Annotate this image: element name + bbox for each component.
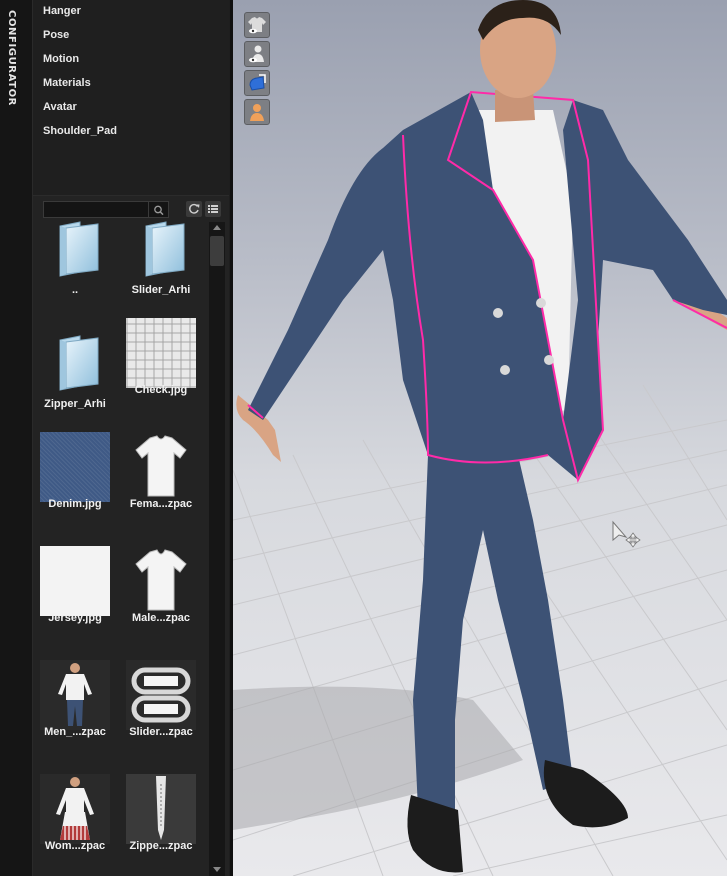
library-menu: Hanger Pose Motion Materials Avatar Shou…: [33, 0, 229, 196]
avatar-visibility-icon: [249, 45, 264, 63]
jersey-fabric-thumbnail: [40, 546, 110, 616]
menu-item-pose[interactable]: Pose: [43, 29, 69, 41]
tshirt-icon: [135, 549, 187, 611]
3d-viewport[interactable]: [230, 0, 727, 876]
jacket-button: [544, 355, 554, 365]
menu-item-motion[interactable]: Motion: [43, 53, 79, 65]
menu-item-hanger[interactable]: Hanger: [43, 5, 81, 17]
library-item[interactable]: Slider...zpac: [119, 660, 203, 772]
library-item[interactable]: Wom...zpac: [33, 774, 117, 876]
tshirt-icon: [135, 435, 187, 497]
library-item[interactable]: Check.jpg: [119, 318, 203, 430]
refresh-button[interactable]: [186, 201, 202, 217]
avatar-display-button[interactable]: [244, 99, 270, 125]
clothing-display-button[interactable]: [244, 70, 270, 96]
mouse-cursor: [612, 520, 628, 542]
library-scrollbar[interactable]: [209, 222, 225, 876]
library-item[interactable]: Zippe...zpac: [119, 774, 203, 876]
list-view-button[interactable]: [205, 201, 221, 217]
folder-icon: [59, 335, 99, 391]
library-item[interactable]: Fema...zpac: [119, 432, 203, 544]
folder-icon: [145, 221, 185, 277]
slider-icon: [126, 660, 196, 730]
garment-visibility-button[interactable]: [244, 12, 270, 38]
avatar-shadow: [233, 686, 523, 830]
library-item[interactable]: Jersey.jpg: [33, 546, 117, 658]
app-window: CONFIGURATOR Hanger Pose Motion Material…: [0, 0, 727, 876]
search-icon: [154, 205, 164, 216]
library-panel: Hanger Pose Motion Materials Avatar Shou…: [33, 0, 229, 876]
folder-icon: [59, 221, 99, 277]
jacket-button: [536, 298, 546, 308]
garment-visibility-icon: [248, 17, 266, 34]
scroll-down-icon[interactable]: [213, 867, 221, 872]
library-item[interactable]: Male...zpac: [119, 546, 203, 658]
women-outfit-thumbnail: [40, 774, 110, 844]
menu-item-shoulder-pad[interactable]: Shoulder_Pad: [43, 125, 117, 137]
avatar-visibility-button[interactable]: [244, 41, 270, 67]
refresh-icon: [189, 203, 200, 214]
search-input[interactable]: [43, 201, 149, 218]
scroll-up-icon[interactable]: [213, 225, 221, 230]
library-item[interactable]: ..: [33, 218, 117, 330]
library-item-label: Fema...zpac: [129, 498, 193, 510]
library-item-label: Zippe...zpac: [129, 840, 193, 852]
zipper-icon: [126, 774, 196, 844]
library-item-label: Slider...zpac: [129, 726, 193, 738]
move-cursor-icon: [625, 532, 641, 548]
jacket-button: [500, 365, 510, 375]
library-item[interactable]: Men_...zpac: [33, 660, 117, 772]
library-grid: .. Slider_Arhi Zipper_Arhi Check.jpg Den…: [33, 218, 208, 876]
configurator-tab[interactable]: CONFIGURATOR: [0, 0, 33, 876]
menu-item-materials[interactable]: Materials: [43, 77, 91, 89]
library-item-label: Check.jpg: [134, 384, 188, 396]
clothing-display-icon: [249, 74, 266, 91]
library-item-label: Zipper_Arhi: [44, 398, 106, 410]
menu-item-avatar[interactable]: Avatar: [43, 101, 77, 113]
scrollbar-thumb[interactable]: [210, 236, 224, 266]
viewport-scene: [233, 0, 727, 876]
list-view-icon: [208, 205, 218, 213]
library-item[interactable]: Zipper_Arhi: [33, 332, 117, 444]
men-outfit-thumbnail: [40, 660, 110, 730]
search-button[interactable]: [149, 201, 169, 218]
library-item-label: Male...zpac: [131, 612, 191, 624]
configurator-tab-label: CONFIGURATOR: [6, 10, 17, 106]
configurator-tab-label-box: CONFIGURATOR: [3, 10, 30, 130]
jacket-button: [493, 308, 503, 318]
library-item-label: Slider_Arhi: [131, 284, 191, 296]
denim-fabric-thumbnail: [40, 432, 110, 502]
library-item[interactable]: Slider_Arhi: [119, 218, 203, 330]
right-shoe: [543, 760, 628, 828]
avatar-display-icon: [250, 104, 264, 121]
library-item[interactable]: Denim.jpg: [33, 432, 117, 544]
check-fabric-thumbnail: [126, 318, 196, 388]
